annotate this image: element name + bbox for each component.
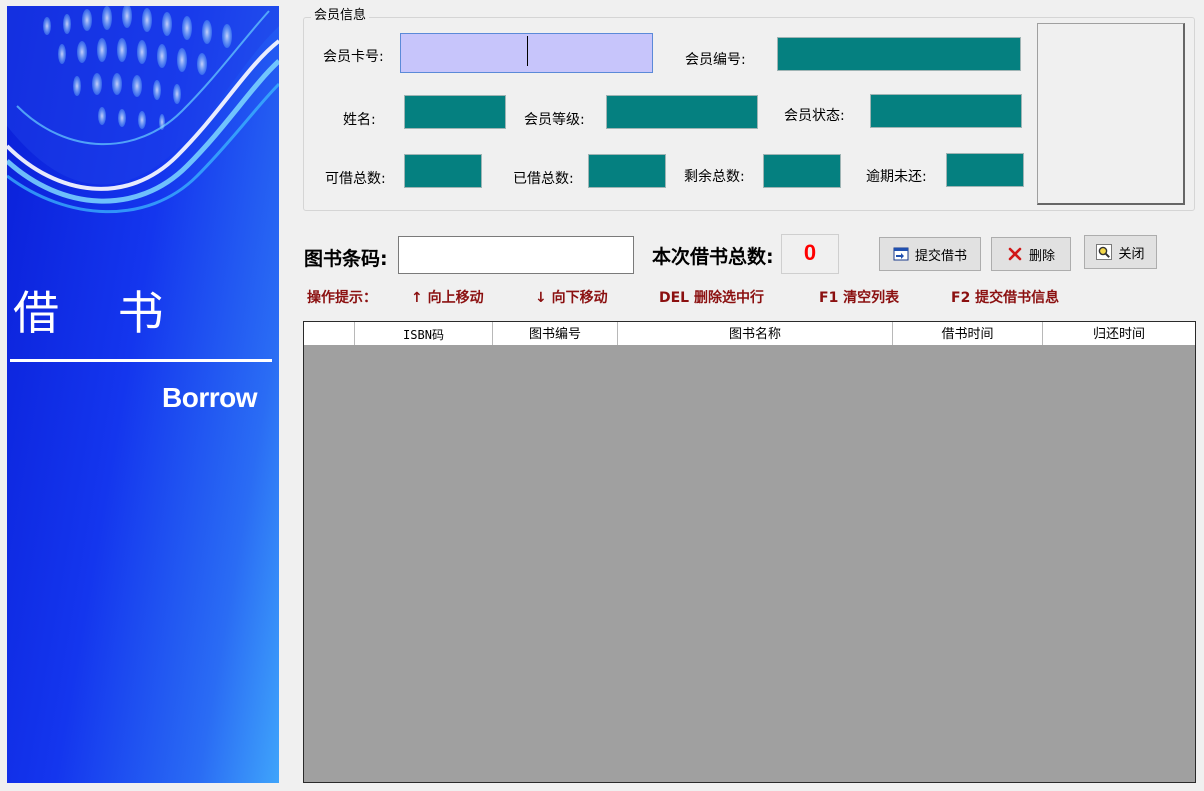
member-info-legend: 会员信息	[311, 8, 370, 24]
column-header-indicator[interactable]	[304, 322, 355, 345]
hint-submit: F2 提交借书信息	[951, 290, 1060, 306]
wave-decoration	[7, 6, 279, 214]
remaining-field	[763, 154, 841, 188]
overdue-label: 逾期未还:	[866, 169, 927, 185]
member-id-label: 会员编号:	[685, 52, 746, 68]
column-header-book-name[interactable]: 图书名称	[618, 322, 893, 345]
borrow-grid[interactable]: ISBN码 图书编号 图书名称 借书时间 归还时间	[303, 321, 1196, 783]
banner-divider	[10, 359, 272, 362]
member-photo	[1037, 23, 1185, 205]
borrow-count-value: 0	[781, 234, 839, 274]
borrowed-field	[588, 154, 666, 188]
overdue-field	[946, 153, 1024, 187]
card-no-label: 会员卡号:	[323, 49, 384, 65]
submit-icon	[893, 247, 909, 261]
delete-label: 删除	[1028, 248, 1055, 264]
level-label: 会员等级:	[524, 112, 585, 128]
column-header-return-time[interactable]: 归还时间	[1043, 322, 1195, 345]
text-caret	[527, 36, 528, 66]
member-id-field	[777, 37, 1021, 71]
banner-panel: 借 书 Borrow	[7, 6, 279, 783]
grid-header: ISBN码 图书编号 图书名称 借书时间 归还时间	[304, 322, 1195, 345]
submit-borrow-button[interactable]: 提交借书	[879, 237, 981, 271]
close-label: 关闭	[1118, 246, 1145, 262]
hint-clear-list: F1 清空列表	[819, 290, 900, 306]
delete-button[interactable]: 删除	[991, 237, 1071, 271]
hint-delete-row: DEL 删除选中行	[659, 290, 764, 306]
hint-move-up: ↑ 向上移动	[411, 290, 484, 306]
column-header-isbn[interactable]: ISBN码	[355, 322, 493, 345]
barcode-input[interactable]	[398, 236, 634, 274]
name-field	[404, 95, 506, 129]
name-label: 姓名:	[343, 112, 376, 128]
delete-x-icon	[1008, 247, 1022, 261]
borrowable-field	[404, 154, 482, 188]
submit-borrow-label: 提交借书	[914, 248, 967, 264]
column-header-borrow-time[interactable]: 借书时间	[893, 322, 1043, 345]
status-label: 会员状态:	[784, 108, 845, 124]
hint-move-down: ↓ 向下移动	[535, 290, 608, 306]
column-header-book-id[interactable]: 图书编号	[493, 322, 618, 345]
banner-subtitle: Borrow	[162, 382, 258, 413]
status-field	[870, 94, 1022, 128]
borrowed-label: 已借总数:	[513, 171, 574, 187]
card-no-input[interactable]	[400, 33, 653, 73]
borrow-count-label: 本次借书总数:	[652, 246, 774, 268]
barcode-label: 图书条码:	[304, 248, 388, 270]
magnifier-icon	[1096, 244, 1113, 260]
banner-title: 借 书	[13, 286, 186, 340]
level-field	[606, 95, 758, 129]
hint-prefix: 操作提示：	[307, 290, 377, 306]
borrowable-label: 可借总数:	[325, 171, 386, 187]
close-button[interactable]: 关闭	[1084, 235, 1157, 269]
remaining-label: 剩余总数:	[684, 169, 745, 185]
